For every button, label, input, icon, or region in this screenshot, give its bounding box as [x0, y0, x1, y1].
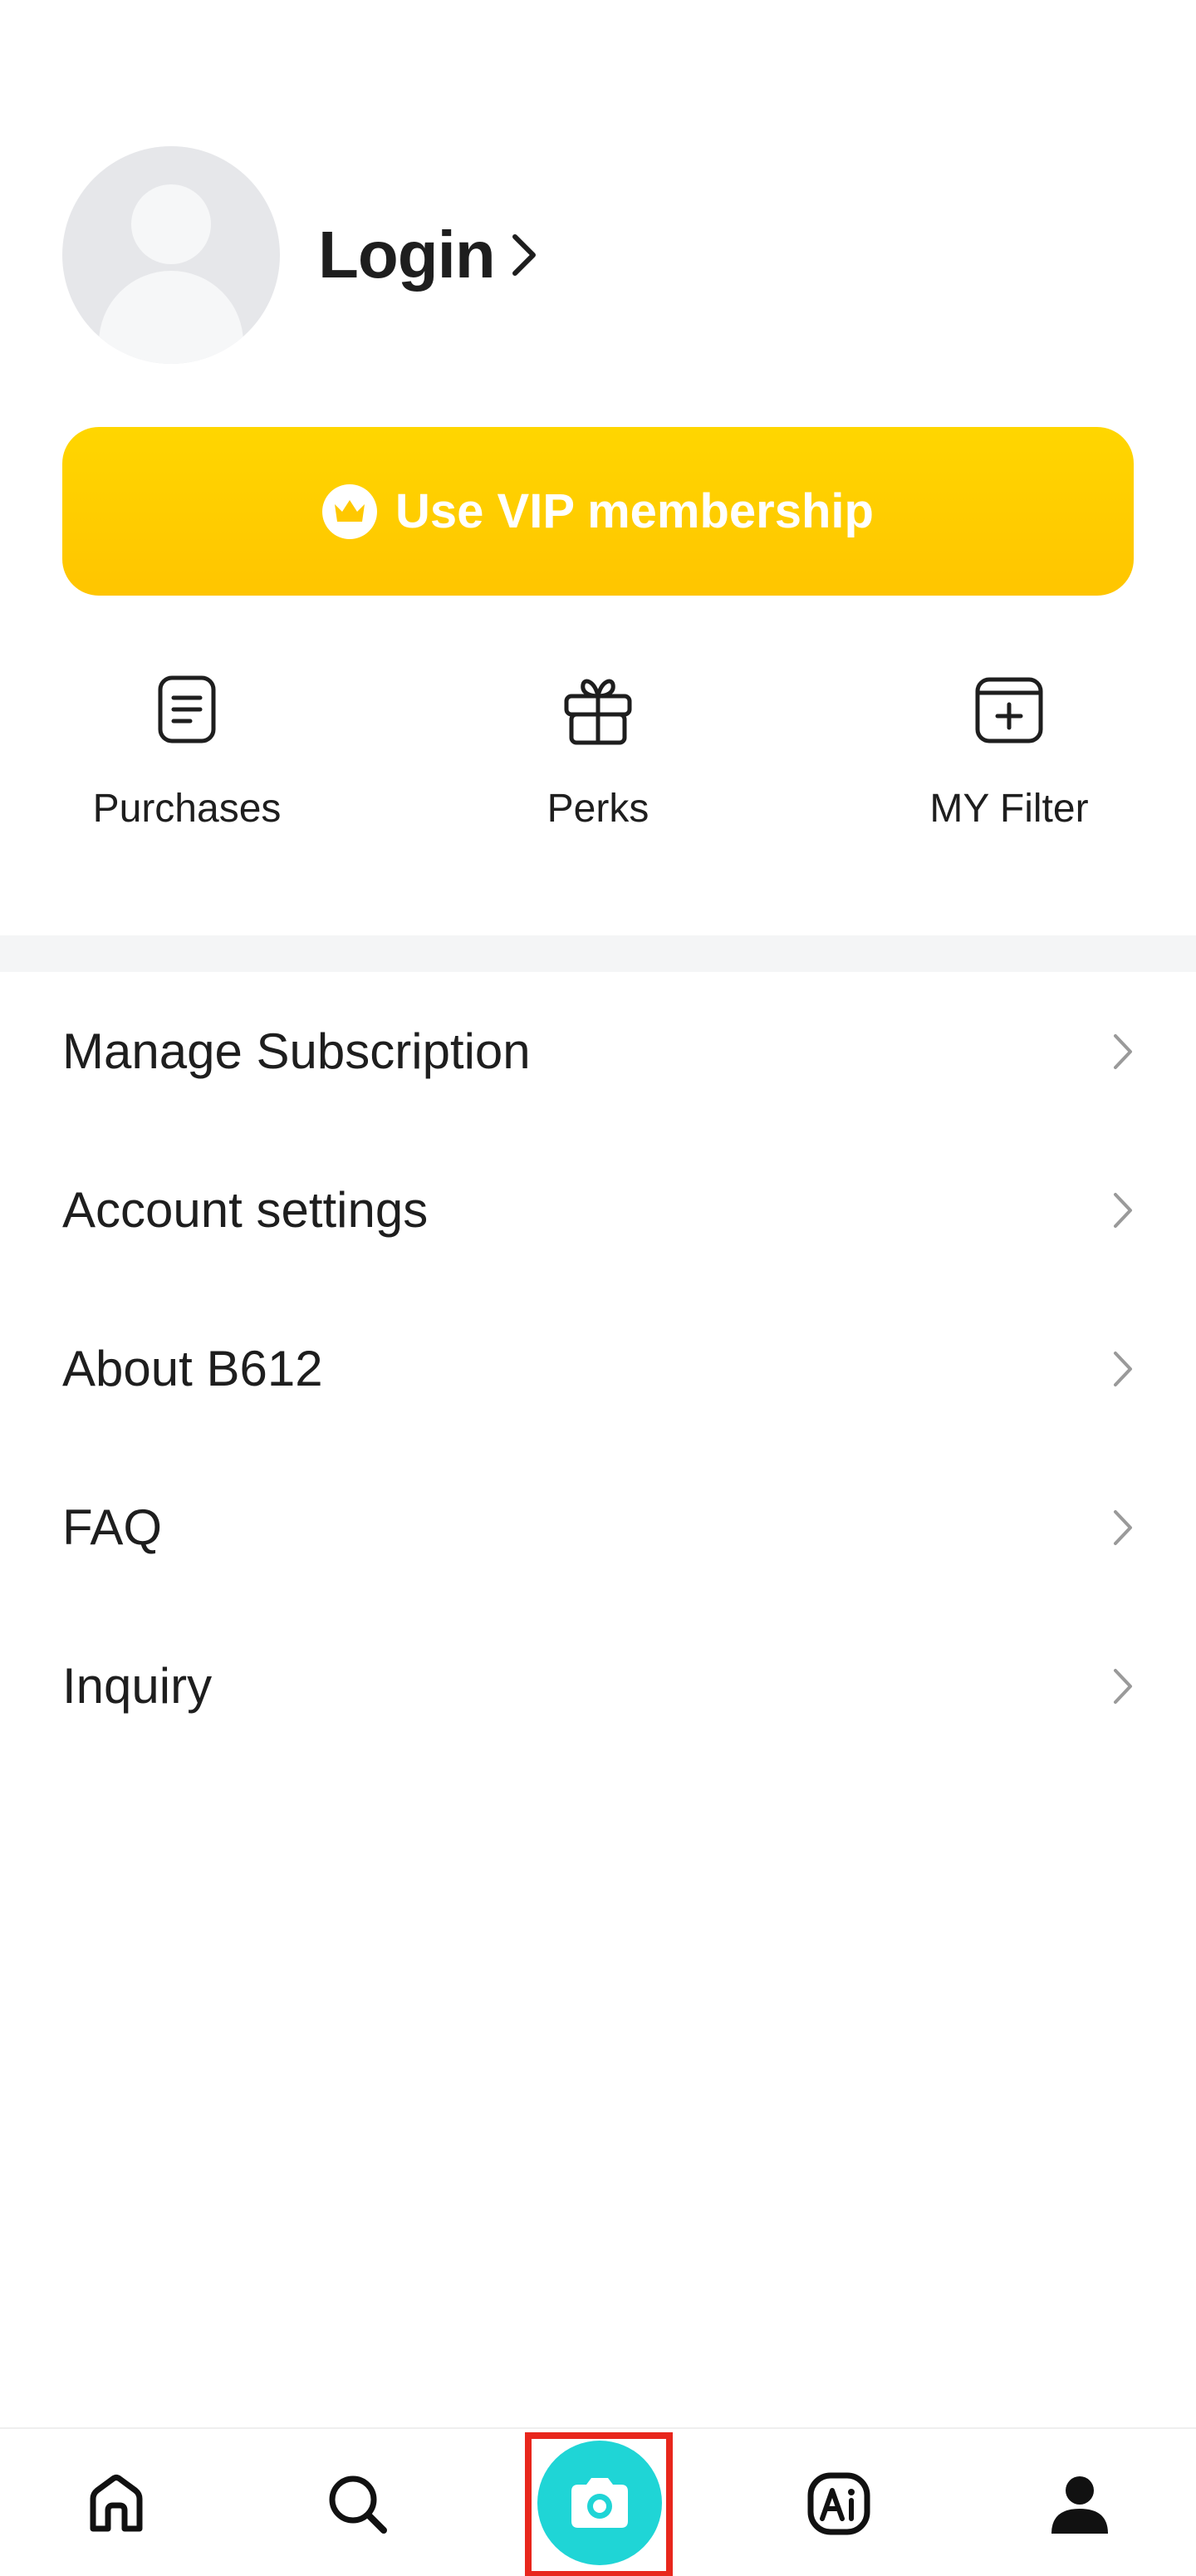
camera-icon	[571, 2478, 628, 2528]
bottom-nav	[0, 2427, 1196, 2576]
my-page-screen: Login Use VIP membership Purchases Perks…	[0, 0, 1196, 2576]
settings-menu: Manage Subscription Account settings Abo…	[0, 972, 1196, 1765]
ai-icon	[807, 2472, 870, 2534]
menu-item-about[interactable]: About B612	[0, 1289, 1196, 1448]
vip-label: Use VIP membership	[395, 484, 874, 538]
my-filter-label: MY Filter	[929, 787, 1089, 831]
chevron-right-icon	[512, 234, 536, 276]
menu-item-manage-subscription[interactable]: Manage Subscription	[0, 972, 1196, 1131]
perks-button[interactable]: Perks	[473, 671, 723, 832]
chevron-right-icon	[1114, 1509, 1132, 1545]
vip-membership-button[interactable]: Use VIP membership	[62, 427, 1134, 596]
login-button[interactable]: Login	[318, 217, 538, 293]
nav-ai[interactable]	[772, 2429, 905, 2576]
chevron-right-icon	[1114, 1668, 1132, 1704]
menu-item-account-settings[interactable]: Account settings	[0, 1131, 1196, 1289]
menu-item-faq[interactable]: FAQ	[0, 1448, 1196, 1607]
profile-icon	[1051, 2475, 1108, 2534]
gift-icon	[564, 679, 632, 745]
login-label: Login	[318, 218, 496, 292]
menu-item-label: Account settings	[62, 1182, 429, 1238]
nav-profile[interactable]	[1013, 2429, 1146, 2576]
crown-icon	[322, 483, 378, 539]
chevron-right-icon	[1114, 1033, 1132, 1069]
purchases-label: Purchases	[92, 787, 282, 831]
menu-item-label: About B612	[62, 1341, 323, 1396]
perks-label: Perks	[547, 787, 649, 831]
nav-home[interactable]	[50, 2429, 183, 2576]
menu-item-label: Inquiry	[62, 1658, 213, 1714]
home-icon	[90, 2474, 143, 2531]
chevron-right-icon	[1114, 1192, 1132, 1228]
quick-actions: Purchases Perks MY Filter	[0, 671, 1196, 862]
menu-item-label: FAQ	[62, 1499, 163, 1555]
nav-search[interactable]	[291, 2429, 424, 2576]
user-avatar-icon	[131, 184, 211, 264]
nav-camera[interactable]	[537, 2441, 662, 2565]
section-divider	[0, 935, 1196, 972]
chevron-right-icon	[1114, 1351, 1132, 1386]
purchases-button[interactable]: Purchases	[62, 671, 311, 832]
menu-item-label: Manage Subscription	[62, 1023, 531, 1079]
receipt-icon	[158, 675, 216, 743]
menu-item-inquiry[interactable]: Inquiry	[0, 1607, 1196, 1765]
my-filter-button[interactable]: MY Filter	[885, 671, 1134, 832]
add-filter-icon	[975, 677, 1043, 743]
profile-header: Login	[62, 146, 538, 364]
avatar[interactable]	[62, 146, 280, 364]
search-icon	[329, 2475, 387, 2534]
